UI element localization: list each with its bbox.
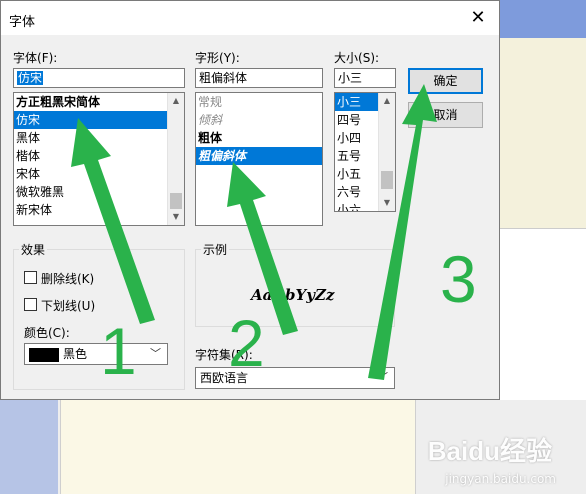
font-family-item[interactable]: 仿宋 [14,111,184,129]
font-size-list[interactable]: 小三 四号 小四 五号 小五 六号 小六 ▲ ▼ [334,92,396,212]
font-family-item[interactable]: 新宋体 [14,201,184,219]
chevron-down-icon[interactable]: ﹀ [377,368,388,388]
scroll-thumb[interactable] [381,171,393,189]
background-page-strip [500,38,586,228]
ok-button[interactable]: 确定 [408,68,483,94]
effects-group [13,249,185,390]
annotation-number-3: 3 [440,242,477,316]
scroll-thumb[interactable] [170,193,182,209]
background-side-panel [0,400,58,494]
font-family-list[interactable]: 方正粗黑宋简体 仿宋 黑体 楷体 宋体 微软雅黑 新宋体 ▲ ▼ [13,92,185,226]
font-family-item[interactable]: 方正粗黑宋简体 [14,93,184,111]
scroll-up-icon[interactable]: ▲ [168,93,184,109]
scroll-up-icon[interactable]: ▲ [379,93,395,109]
title-bar: 字体 ✕ [1,1,499,35]
dialog-title: 字体 [9,15,36,30]
cancel-button[interactable]: 取消 [408,102,483,128]
scroll-down-icon[interactable]: ▼ [379,195,395,211]
font-family-label: 字体(F): [13,51,58,65]
underline-label: 下划线(U) [41,299,96,313]
sample-preview: AaBbYyZz [251,286,335,304]
font-family-item[interactable]: 楷体 [14,147,184,165]
underline-checkbox[interactable] [24,298,37,311]
font-family-scrollbar[interactable]: ▲ ▼ [167,93,184,225]
font-style-item[interactable]: 粗体 [196,129,322,147]
color-combo[interactable]: 黑色 ﹀ [24,343,168,365]
font-style-item[interactable]: 粗偏斜体 [196,147,322,165]
baidu-watermark-url: jingyan.baidu.com [445,472,556,486]
font-style-item[interactable]: 倾斜 [196,111,322,129]
annotation-number-1: 1 [100,314,137,388]
font-style-input[interactable]: 粗偏斜体 [195,68,323,88]
scroll-down-icon[interactable]: ▼ [168,209,184,225]
strikeout-label: 删除线(K) [41,272,95,286]
strikeout-checkbox[interactable] [24,271,37,284]
font-style-item[interactable]: 常规 [196,93,322,111]
font-style-list[interactable]: 常规 倾斜 粗体 粗偏斜体 [195,92,323,226]
font-family-input[interactable]: 仿宋 [13,68,185,88]
sample-title: 示例 [201,241,230,258]
font-family-item[interactable]: 黑体 [14,129,184,147]
background-page [60,400,416,494]
color-label: 颜色(C): [24,326,70,340]
charset-combo[interactable]: 西欧语言 ﹀ [195,367,395,389]
baidu-watermark: Baidu经验 [427,436,552,466]
effects-title: 效果 [19,241,48,258]
font-family-item[interactable]: 宋体 [14,165,184,183]
background-toolbar [500,0,586,38]
close-icon[interactable]: ✕ [467,7,489,29]
background-divider [500,228,586,229]
font-family-item[interactable]: 微软雅黑 [14,183,184,201]
annotation-number-2: 2 [228,306,265,380]
font-style-label: 字形(Y): [195,51,240,65]
font-size-label: 大小(S): [334,51,380,65]
font-size-scrollbar[interactable]: ▲ ▼ [378,93,395,211]
chevron-down-icon[interactable]: ﹀ [150,344,161,364]
font-size-input[interactable]: 小三 [334,68,396,88]
font-size-item[interactable]: 小三 [335,93,378,111]
color-swatch [29,347,59,362]
